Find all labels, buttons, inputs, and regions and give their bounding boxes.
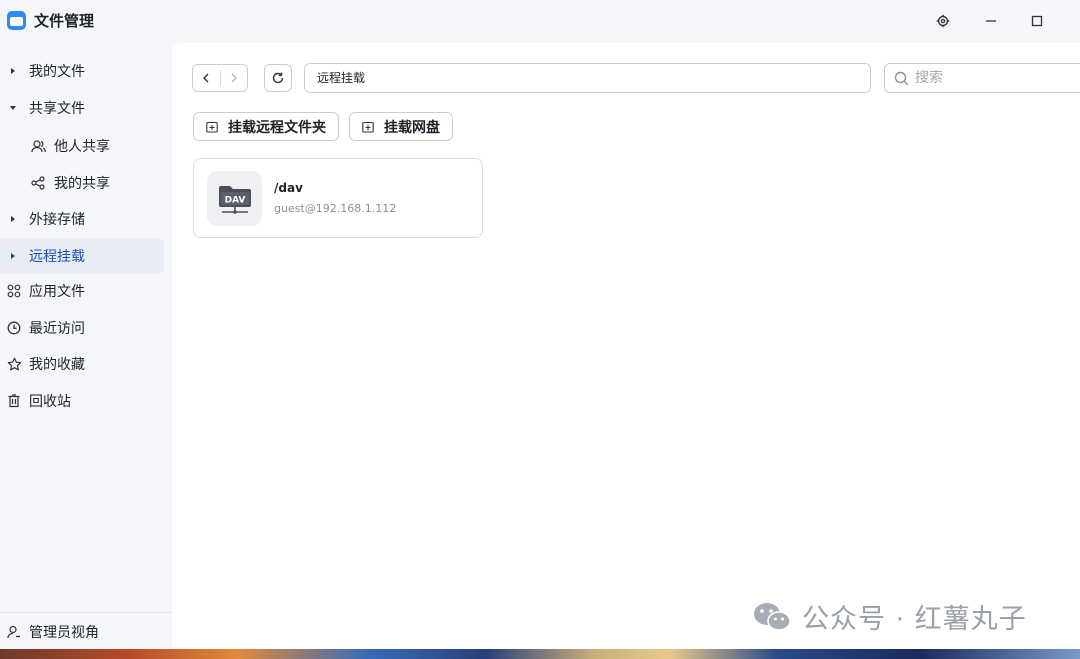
app-logo-icon <box>7 11 26 30</box>
chevron-right-icon <box>11 216 15 222</box>
gear-icon <box>936 14 950 28</box>
folder-plus-icon <box>362 121 374 133</box>
sidebar-item-label: 外接存储 <box>29 212 85 228</box>
sidebar-item-label: 应用文件 <box>29 284 85 300</box>
sidebar-divider <box>0 612 172 613</box>
history-nav <box>192 64 248 92</box>
star-icon <box>6 356 22 372</box>
back-button[interactable] <box>193 65 220 91</box>
sidebar-item-label: 他人共享 <box>54 139 110 155</box>
chevron-right-icon <box>11 253 15 259</box>
sidebar-item-app-files[interactable]: 应用文件 <box>0 273 164 309</box>
main-panel: 远程挂载 挂载远程文件夹 挂载网盘 DAV /dav guest@192.168… <box>172 43 1080 649</box>
title-bar: 文件管理 <box>0 0 1080 43</box>
minimize-icon <box>986 20 996 22</box>
admin-view-label: 管理员视角 <box>29 625 99 641</box>
chevron-left-icon <box>203 73 209 83</box>
refresh-icon <box>272 72 284 84</box>
chevron-right-icon <box>11 68 15 74</box>
sidebar-item-external-storage[interactable]: 外接存储 <box>0 201 164 237</box>
watermark: 公众号 · 红薯丸子 <box>752 597 1027 636</box>
sidebar-item-label: 我的文件 <box>29 64 85 80</box>
sidebar-item-label: 共享文件 <box>29 101 85 117</box>
sidebar-item-shared-files[interactable]: 共享文件 <box>0 90 164 126</box>
sidebar: 我的文件 共享文件 他人共享 我的共享 外接存储 远程挂载 应用文件 最近访问 <box>0 43 172 649</box>
refresh-button[interactable] <box>264 64 292 92</box>
path-bar[interactable]: 远程挂载 <box>304 63 871 93</box>
trash-icon <box>6 393 22 409</box>
apps-icon <box>6 283 22 299</box>
mount-address: guest@192.168.1.112 <box>274 202 397 215</box>
minimize-button[interactable] <box>981 11 1001 31</box>
search-icon <box>894 71 909 85</box>
sidebar-item-recent[interactable]: 最近访问 <box>0 310 164 346</box>
clock-icon <box>6 320 22 336</box>
mount-cloud-drive-button[interactable]: 挂载网盘 <box>349 112 453 141</box>
settings-button[interactable] <box>933 11 953 31</box>
sidebar-item-trash[interactable]: 回收站 <box>0 383 164 419</box>
sidebar-item-label: 回收站 <box>29 394 71 410</box>
mount-remote-folder-button[interactable]: 挂载远程文件夹 <box>193 112 339 141</box>
sidebar-item-my-shares[interactable]: 我的共享 <box>0 165 164 201</box>
mount-name: /dav <box>274 181 303 195</box>
app-title: 文件管理 <box>34 12 95 30</box>
maximize-icon <box>1031 15 1043 27</box>
dav-folder-icon: DAV <box>207 171 262 226</box>
sidebar-item-my-files[interactable]: 我的文件 <box>0 53 164 89</box>
desktop-wallpaper-strip <box>0 649 1080 659</box>
sidebar-item-shared-with-me[interactable]: 他人共享 <box>0 128 164 164</box>
watermark-text: 公众号 · 红薯丸子 <box>802 604 1027 635</box>
search-input[interactable] <box>915 70 1065 86</box>
mount-card[interactable]: DAV /dav guest@192.168.1.112 <box>193 158 483 238</box>
admin-icon <box>6 624 22 640</box>
share-icon <box>30 175 46 191</box>
search-box[interactable] <box>884 63 1080 93</box>
mount-remote-folder-label: 挂载远程文件夹 <box>228 119 326 136</box>
sidebar-item-label: 我的共享 <box>54 176 110 192</box>
mount-cloud-drive-label: 挂载网盘 <box>384 119 440 136</box>
maximize-button[interactable] <box>1027 11 1047 31</box>
admin-view-toggle[interactable]: 管理员视角 <box>0 614 164 650</box>
folder-plus-icon <box>206 121 218 133</box>
forward-button[interactable] <box>221 65 248 91</box>
sidebar-item-favorites[interactable]: 我的收藏 <box>0 346 164 382</box>
sidebar-item-label: 远程挂载 <box>29 249 85 265</box>
wechat-icon <box>752 601 792 633</box>
sidebar-item-label: 最近访问 <box>29 321 85 337</box>
chevron-right-icon <box>231 73 237 83</box>
chevron-down-icon <box>10 106 16 110</box>
dav-badge: DAV <box>224 195 245 205</box>
people-icon <box>30 138 46 154</box>
sidebar-item-remote-mount[interactable]: 远程挂载 <box>0 238 164 274</box>
sidebar-item-label: 我的收藏 <box>29 357 85 373</box>
